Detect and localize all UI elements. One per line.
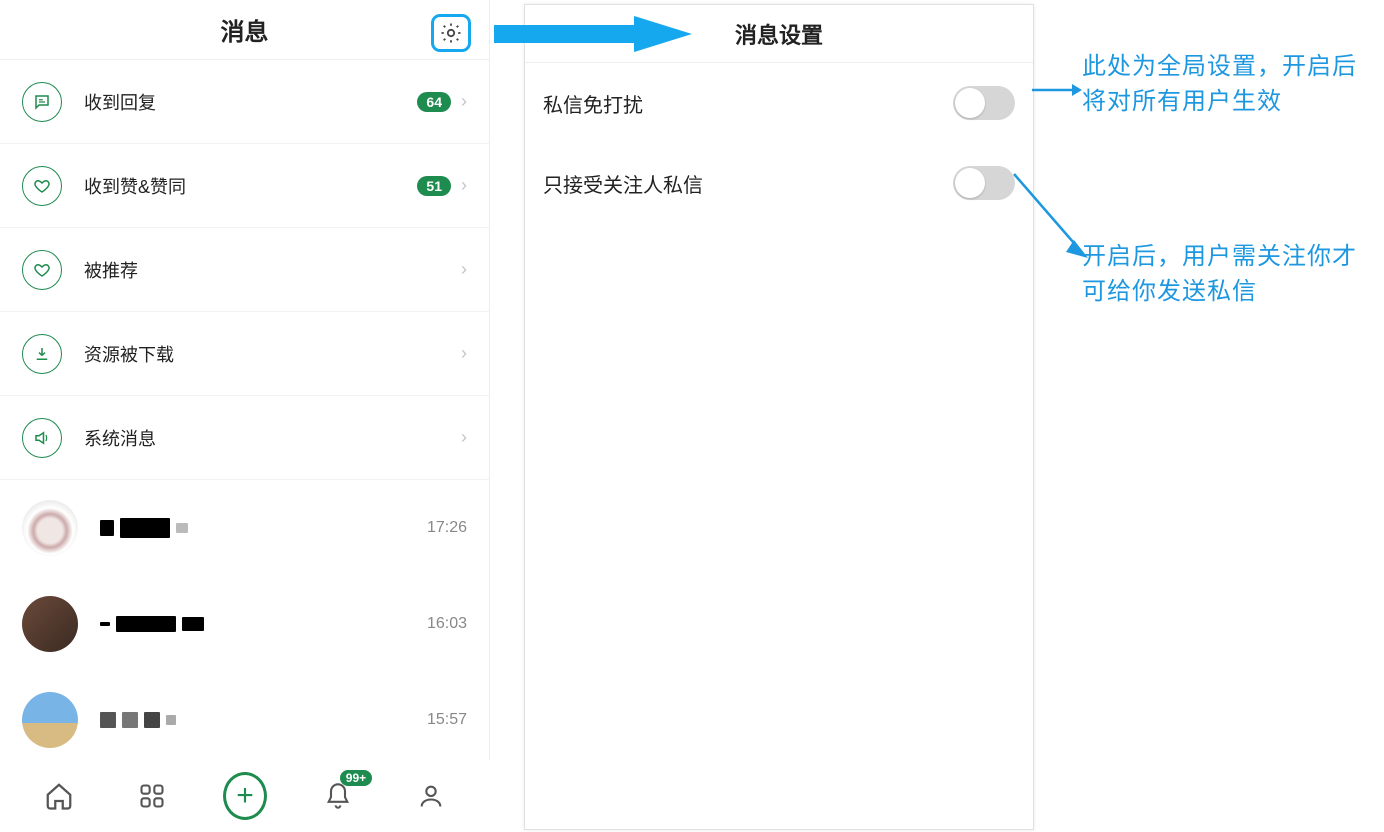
category-downloads[interactable]: 资源被下载 › — [0, 312, 489, 396]
setting-followers-only: 只接受关注人私信 — [525, 143, 1033, 223]
chevron-right-icon: › — [461, 259, 467, 280]
conversation-time: 15:57 — [427, 711, 467, 729]
category-label: 收到赞&赞同 — [84, 173, 417, 199]
messages-title: 消息 — [221, 12, 269, 47]
category-list: 收到回复 64 › 收到赞&赞同 51 › 被推荐 › 资源被下载 › — [0, 60, 489, 480]
toggle-followers-only[interactable] — [953, 166, 1015, 200]
chevron-right-icon: › — [461, 343, 467, 364]
notification-badge: 99+ — [340, 770, 372, 786]
toggle-dnd[interactable] — [953, 86, 1015, 120]
count-badge: 64 — [417, 92, 451, 112]
speaker-icon — [22, 418, 62, 458]
conversation-row[interactable]: 17:26 — [0, 480, 489, 576]
settings-title: 消息设置 — [735, 18, 823, 50]
settings-header: 消息设置 — [525, 5, 1033, 63]
avatar — [22, 596, 78, 652]
messages-header: 消息 — [0, 0, 489, 60]
conversation-row[interactable]: 16:03 — [0, 576, 489, 672]
gear-icon — [439, 21, 463, 45]
toggle-knob — [955, 168, 985, 198]
download-icon — [22, 334, 62, 374]
setting-dnd: 私信免打扰 — [525, 63, 1033, 143]
avatar — [22, 692, 78, 748]
nav-create[interactable]: + — [223, 774, 267, 818]
conversation-preview — [100, 616, 427, 632]
conversation-preview — [100, 712, 427, 728]
category-system[interactable]: 系统消息 › — [0, 396, 489, 480]
chevron-right-icon: › — [461, 427, 467, 448]
conversation-time: 16:03 — [427, 615, 467, 633]
avatar — [22, 500, 78, 556]
conversation-preview — [100, 518, 427, 538]
heart-icon — [22, 250, 62, 290]
count-badge: 51 — [417, 176, 451, 196]
annotation-text-1: 此处为全局设置，开启后将对所有用户生效 — [1082, 50, 1372, 120]
settings-button[interactable] — [431, 14, 471, 52]
messages-panel: 消息 收到回复 64 › 收到赞&赞同 51 › — [0, 0, 490, 832]
bottom-nav: + 99+ — [0, 760, 490, 832]
category-label: 被推荐 — [84, 257, 461, 283]
heart-icon — [22, 166, 62, 206]
chevron-right-icon: › — [461, 91, 467, 112]
conversation-row[interactable]: 15:57 — [0, 672, 489, 768]
nav-home[interactable] — [37, 774, 81, 818]
annotation-text-2: 开启后，用户需关注你才可给你发送私信 — [1082, 240, 1372, 310]
nav-apps[interactable] — [130, 774, 174, 818]
category-likes[interactable]: 收到赞&赞同 51 › — [0, 144, 489, 228]
setting-label: 只接受关注人私信 — [543, 169, 953, 198]
conversation-time: 17:26 — [427, 519, 467, 537]
category-label: 系统消息 — [84, 425, 461, 451]
annotation-arrow-1 — [1030, 80, 1082, 100]
chat-icon — [22, 82, 62, 122]
nav-profile[interactable] — [409, 774, 453, 818]
category-label: 资源被下载 — [84, 341, 461, 367]
setting-label: 私信免打扰 — [543, 89, 953, 118]
settings-panel: 消息设置 私信免打扰 只接受关注人私信 — [524, 4, 1034, 830]
nav-notifications[interactable]: 99+ — [316, 774, 360, 818]
toggle-knob — [955, 88, 985, 118]
chevron-right-icon: › — [461, 175, 467, 196]
plus-icon: + — [223, 772, 267, 820]
category-replies[interactable]: 收到回复 64 › — [0, 60, 489, 144]
category-recommended[interactable]: 被推荐 › — [0, 228, 489, 312]
category-label: 收到回复 — [84, 89, 417, 115]
